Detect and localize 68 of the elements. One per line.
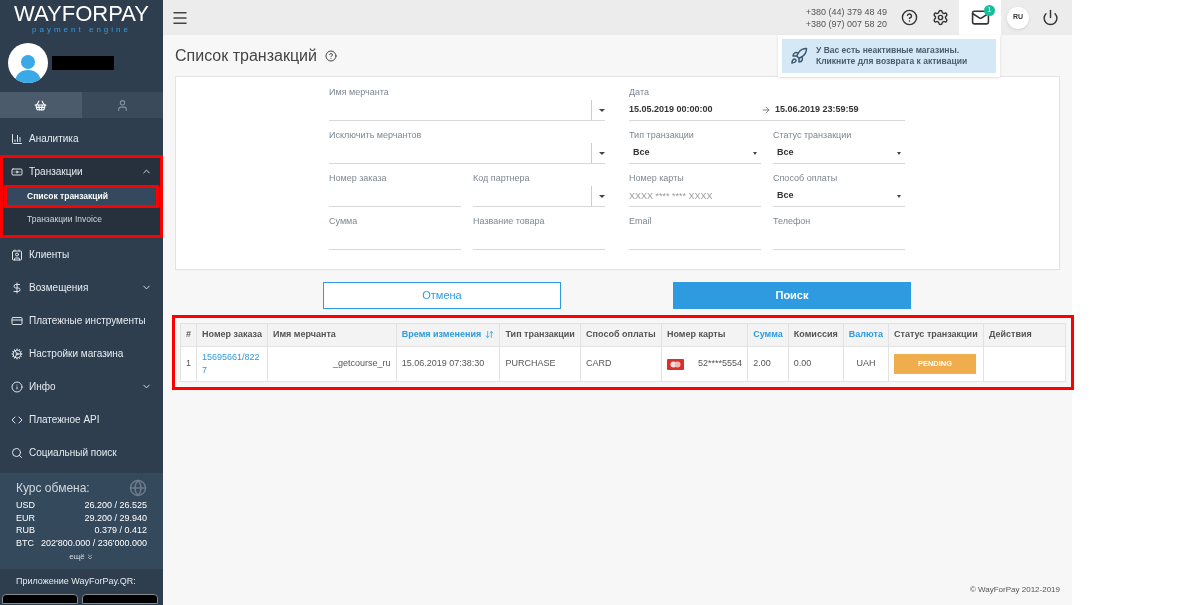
table-cell: UAH bbox=[843, 346, 889, 382]
field-label: Телефон bbox=[773, 215, 812, 228]
column-header: Статус транзакции bbox=[888, 323, 984, 347]
phone-number: +380 (97) 007 58 20 bbox=[805, 17, 887, 30]
currency-code: USD bbox=[16, 499, 35, 512]
table-cell: 1 bbox=[180, 346, 197, 382]
table-cell: 52****5554 bbox=[697, 357, 742, 371]
table-cell: PURCHASE bbox=[499, 346, 581, 382]
rate-value: 202'800.000 / 236'000.000 bbox=[40, 536, 147, 549]
sidebar-item[interactable]: Настройки магазина bbox=[3, 340, 160, 367]
more-link[interactable]: ещё bbox=[69, 551, 85, 563]
currency-code: BTC bbox=[16, 536, 34, 549]
field-label: Способ оплаты bbox=[773, 172, 839, 185]
phone-number: +380 (44) 379 48 49 bbox=[805, 5, 887, 18]
column-header: # bbox=[180, 323, 197, 347]
submenu-item[interactable]: Список транзакций bbox=[7, 188, 156, 205]
field-label: Исключить мерчантов bbox=[329, 129, 423, 142]
submenu-item[interactable]: Транзакции Invoice bbox=[7, 211, 156, 228]
column-header: Номер заказа bbox=[196, 323, 268, 347]
date-to-field[interactable]: 15.06.2019 23:59:59 bbox=[775, 103, 859, 117]
sidebar-item[interactable]: Клиенты bbox=[3, 241, 160, 268]
field-label: Номер карты bbox=[629, 172, 685, 185]
column-header: Способ оплаты bbox=[580, 323, 662, 347]
logo: WAYFORPAY bbox=[14, 2, 149, 25]
input-field[interactable]: XXXX **** **** XXXX bbox=[629, 186, 761, 207]
page-title: Список транзакций bbox=[175, 45, 317, 66]
field-label: Тип транзакции bbox=[629, 129, 695, 142]
table-cell-text: _getcourse_ru bbox=[331, 357, 391, 371]
sidebar-item[interactable]: Инфо bbox=[3, 373, 160, 400]
sidebar-item[interactable]: Возмещения bbox=[3, 274, 160, 301]
app-label: Приложение WayForPay.QR: bbox=[15, 575, 137, 588]
sidebar-item[interactable]: Платежное API bbox=[3, 406, 160, 433]
sidebar-item[interactable]: Транзакции bbox=[3, 158, 160, 185]
field-label: Имя мерчанта bbox=[329, 86, 390, 99]
column-header: Комиссия bbox=[788, 323, 844, 347]
currency-code: EUR bbox=[16, 511, 35, 524]
table-cell: 2.00 bbox=[747, 346, 789, 382]
field-label: Дата bbox=[629, 86, 650, 99]
select-field[interactable]: Все bbox=[773, 143, 905, 164]
column-header: Имя мерчанта bbox=[267, 323, 397, 347]
field-label: Название товара bbox=[473, 215, 546, 228]
field-label: Email bbox=[629, 215, 653, 228]
column-header: Действия bbox=[983, 323, 1066, 347]
field-label: Статус транзакции bbox=[773, 129, 853, 142]
sidebar-item[interactable]: Социальный поиск bbox=[3, 439, 160, 466]
notice-text: Кликните для возврата к активации bbox=[816, 56, 968, 67]
footer-text: © WayForPay 2012-2019 bbox=[968, 584, 1060, 596]
currency-code: RUB bbox=[16, 524, 35, 537]
field-label: Код партнера bbox=[473, 172, 531, 185]
table-cell: CARD bbox=[580, 346, 662, 382]
column-header: Тип транзакции bbox=[499, 323, 581, 347]
logo-tagline: payment engine bbox=[32, 25, 131, 34]
notice-popup[interactable]: У Вас есть неактивные магазины. Кликните для возврата к активации bbox=[778, 35, 1000, 77]
select-field[interactable]: Все bbox=[629, 143, 761, 164]
date-from-field[interactable]: 15.05.2019 00:00:00 bbox=[629, 103, 761, 117]
sidebar-item[interactable]: Платежные инструменты bbox=[3, 307, 160, 334]
field-label: Номер заказа bbox=[329, 172, 388, 185]
notice-text: У Вас есть неактивные магазины. bbox=[816, 45, 961, 56]
rates-title: Курс обмена: bbox=[16, 480, 90, 497]
rate-value: 0.379 / 0.412 bbox=[94, 524, 147, 537]
rate-value: 29.200 / 29.940 bbox=[84, 511, 147, 524]
select-field[interactable]: Все bbox=[773, 186, 905, 207]
field-label: Сумма bbox=[329, 215, 359, 228]
rate-value: 26.200 / 26.525 bbox=[84, 499, 147, 512]
table-cell: 15.06.2019 07:38:30 bbox=[396, 346, 500, 382]
sidebar-item[interactable]: Аналитика bbox=[3, 125, 160, 152]
table-cell: 0.00 bbox=[788, 346, 844, 382]
column-header: Номер карты bbox=[661, 323, 748, 347]
